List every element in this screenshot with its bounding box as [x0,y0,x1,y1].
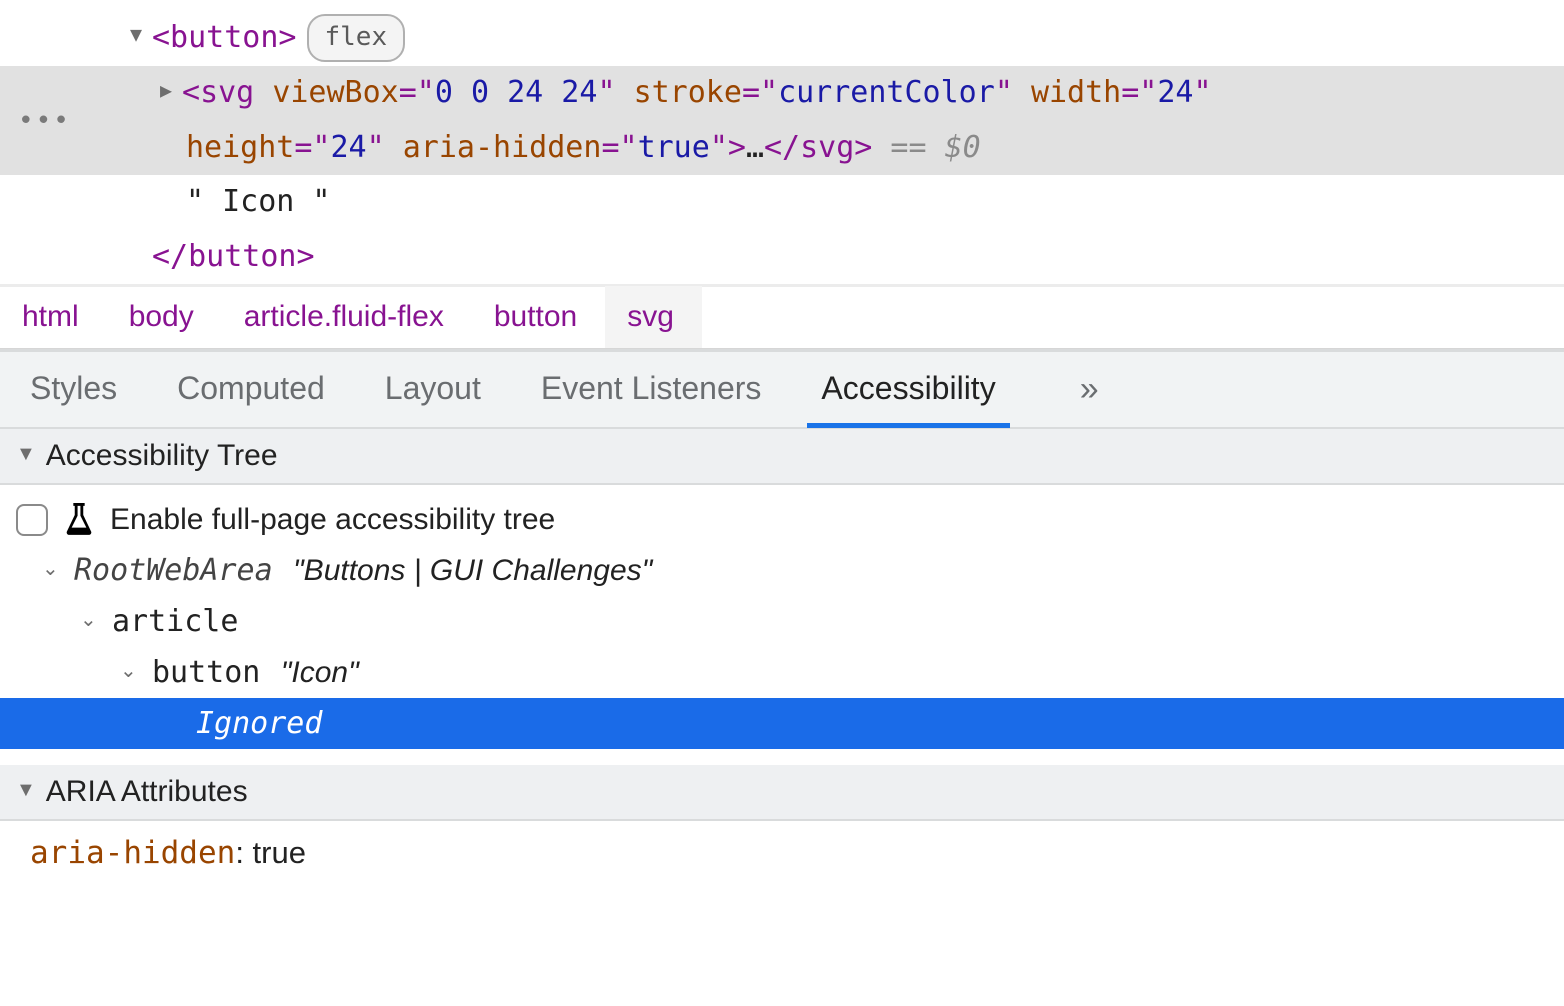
row-actions-ellipsis-icon[interactable]: ••• [18,106,71,136]
disclosure-triangle-icon[interactable]: ⌄ [42,552,68,586]
breadcrumb-item[interactable]: article.fluid-flex [222,286,472,348]
flex-badge[interactable]: flex [307,14,406,62]
disclosure-triangle-icon: ▼ [16,443,36,466]
section-aria-attributes-body: aria-hidden: true [0,821,1564,885]
tab-accessibility[interactable]: Accessibility [815,352,1001,427]
disclosure-triangle-icon[interactable]: ⌄ [120,654,146,688]
section-aria-attributes-header[interactable]: ▼ ARIA Attributes [0,765,1564,821]
disclosure-triangle-icon[interactable]: ⌄ [80,603,106,637]
dom-node-svg-line1: ▶<svg viewBox="0 0 24 24" stroke="curren… [0,66,1564,121]
accessibility-tree[interactable]: ⌄ RootWebArea "Buttons | GUI Challenges"… [0,545,1564,749]
dom-node-svg-selected[interactable]: ••• ▶<svg viewBox="0 0 24 24" stroke="cu… [0,66,1564,175]
enable-full-page-a11y-tree-toggle[interactable]: Enable full-page accessibility tree [0,495,1564,545]
tab-computed[interactable]: Computed [171,352,331,427]
enable-full-page-a11y-tree-label: Enable full-page accessibility tree [110,503,555,537]
breadcrumb-item[interactable]: body [107,286,222,348]
breadcrumb-item[interactable]: button [472,286,605,348]
checkbox[interactable] [16,504,48,536]
breadcrumb-item[interactable]: html [0,286,107,348]
a11y-tree-node-button[interactable]: ⌄ button "Icon" [16,647,1564,698]
section-accessibility-tree-body: Enable full-page accessibility tree ⌄ Ro… [0,485,1564,765]
tab-styles[interactable]: Styles [24,352,123,427]
flask-experiment-icon [62,503,96,537]
devtools-elements-panel: ▼ <button> flex ••• ▶<svg viewBox="0 0 2… [0,0,1564,1006]
disclosure-triangle-icon[interactable]: ▶ [160,80,182,100]
a11y-tree-node-article[interactable]: ⌄ article [16,596,1564,647]
side-panel-tabs: Styles Computed Layout Event Listeners A… [0,349,1564,429]
section-accessibility-tree-header[interactable]: ▼ Accessibility Tree [0,429,1564,485]
breadcrumb-item-current[interactable]: svg [605,286,702,348]
dom-text-node[interactable]: " Icon " [0,175,1564,230]
breadcrumb: html body article.fluid-flex button svg [0,286,1564,349]
aria-attribute-key: aria-hidden [30,835,235,871]
dom-node-button-close[interactable]: ▼ </button> [0,230,1564,285]
tab-layout[interactable]: Layout [379,352,487,427]
tabs-overflow-icon[interactable]: » [1080,370,1095,409]
tab-event-listeners[interactable]: Event Listeners [535,352,768,427]
a11y-tree-node-ignored-selected[interactable]: Ignored [0,698,1564,749]
dom-tree[interactable]: ▼ <button> flex ••• ▶<svg viewBox="0 0 2… [0,0,1564,286]
a11y-tree-node-root[interactable]: ⌄ RootWebArea "Buttons | GUI Challenges" [16,545,1564,596]
aria-attribute-value: true [253,835,306,870]
disclosure-triangle-icon: ▼ [16,779,36,802]
dom-node-button-open[interactable]: ▼ <button> flex [0,10,1564,66]
dom-node-svg-line2: height="24" aria-hidden="true">…</svg> =… [0,121,1564,176]
disclosure-triangle-icon[interactable]: ▼ [130,24,152,44]
